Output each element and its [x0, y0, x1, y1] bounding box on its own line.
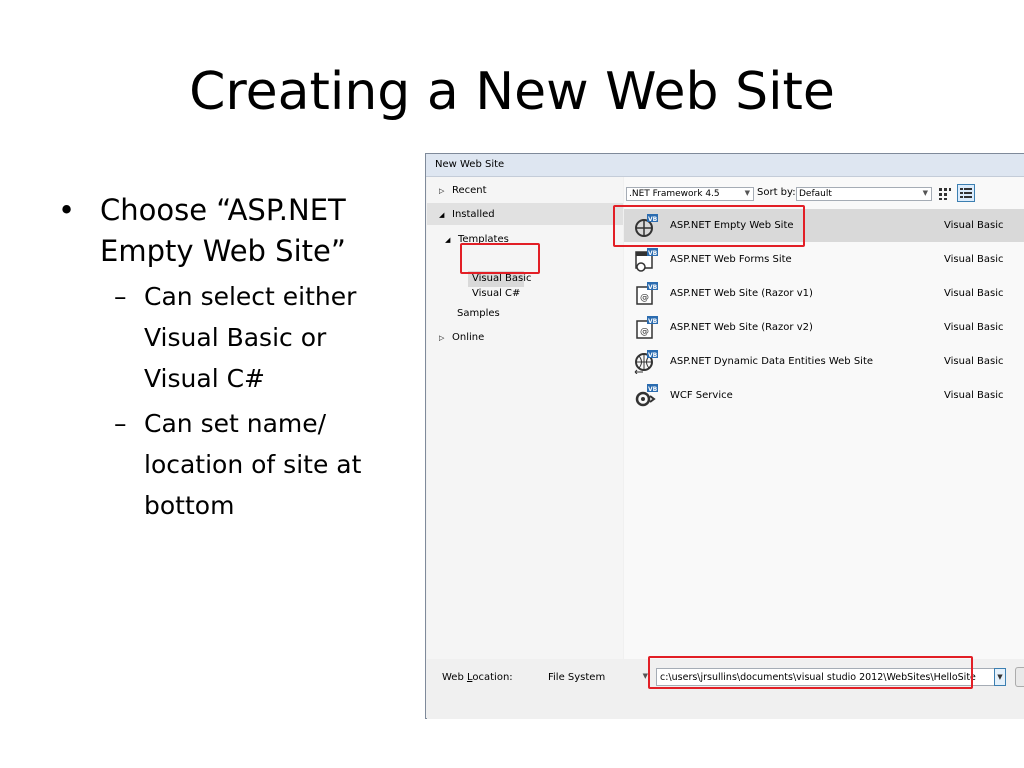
slide-title: Creating a New Web Site — [189, 62, 835, 122]
template-language: Visual Basic — [944, 220, 1004, 231]
web-location-label: Web Location: — [442, 672, 513, 683]
svg-text:VB: VB — [648, 284, 658, 291]
tree-item-visual-basic[interactable]: Visual Basic — [472, 273, 532, 284]
template-name: ASP.NET Web Forms Site — [670, 254, 792, 265]
template-name: ASP.NET Web Site (Razor v2) — [670, 322, 813, 333]
template-name: ASP.NET Dynamic Data Entities Web Site — [670, 356, 874, 367]
template-list: .NET Framework 4.5 ▼ Sort by: Default ▼ — [624, 177, 1024, 659]
dropdown-arrow-icon: ▼ — [922, 189, 928, 197]
svg-text:VB: VB — [648, 386, 658, 393]
sort-by-label: Sort by: — [757, 187, 796, 198]
svg-text:@: @ — [640, 327, 649, 337]
collapsed-arrow-icon: ▷ — [439, 334, 445, 342]
template-tree: ▷ Recent ◢ Installed ◢ Templates Visual Bas… — [427, 177, 623, 659]
web-location-input[interactable]: c:\users\jrsullins\documents\visual stud… — [656, 668, 996, 686]
template-row-wcf-service[interactable]: VB WCF Service Visual Basic — [624, 379, 1024, 412]
tree-item-visual-csharp[interactable]: Visual C# — [472, 288, 520, 299]
dialog-title: New Web Site — [435, 159, 505, 170]
svg-text:VB: VB — [648, 250, 658, 257]
template-language: Visual Basic — [944, 322, 1004, 333]
template-language: Visual Basic — [944, 288, 1004, 299]
list-toolbar: .NET Framework 4.5 ▼ Sort by: Default ▼ — [624, 177, 1024, 207]
tree-item-templates[interactable]: ◢ Templates — [445, 234, 509, 245]
dialog-title-bar: New Web Site — [426, 154, 1024, 177]
new-web-site-dialog: New Web Site ▷ Recent ◢ Installed ◢ Templat… — [425, 153, 1024, 719]
template-language: Visual Basic — [944, 356, 1004, 367]
template-row-empty-web-site[interactable]: VB ASP.NET Empty Web Site Visual Basic — [624, 209, 1024, 242]
dynamic-data-icon: VB — [634, 350, 658, 375]
tree-item-installed[interactable]: ◢ Installed — [439, 209, 495, 220]
dropdown-arrow-icon: ▼ — [997, 673, 1003, 681]
tree-item-online[interactable]: ▷ Online — [439, 332, 484, 343]
svg-text:VB: VB — [648, 318, 658, 325]
template-row-razor-v2[interactable]: @ VB ASP.NET Web Site (Razor v2) Visual B… — [624, 311, 1024, 344]
tree-item-recent[interactable]: ▷ Recent — [439, 185, 487, 196]
tree-item-samples[interactable]: Samples — [457, 308, 500, 319]
sub-bullet-dash: – — [114, 409, 127, 438]
collapsed-arrow-icon: ▷ — [439, 187, 445, 195]
path-dropdown-button[interactable]: ▼ — [994, 668, 1006, 686]
sub-bullet-text: Can set name/ location of site at bottom — [144, 409, 362, 520]
browse-button[interactable] — [1015, 667, 1024, 687]
details-view-icon[interactable] — [957, 184, 975, 202]
template-row-web-forms[interactable]: VB ASP.NET Web Forms Site Visual Basic — [624, 243, 1024, 276]
template-name: ASP.NET Web Site (Razor v1) — [670, 288, 813, 299]
dropdown-arrow-icon: ▼ — [744, 189, 750, 197]
svg-text:@: @ — [640, 293, 649, 303]
svg-text:VB: VB — [648, 216, 658, 223]
sub-bullet-text: Can select either Visual Basic or Visual… — [144, 282, 357, 393]
bullet-item: • Choose “ASP.NET Empty Web Site” — [58, 190, 398, 272]
sub-bullet-item: – Can set name/ location of site at bott… — [58, 403, 398, 526]
template-row-razor-v1[interactable]: @ VB ASP.NET Web Site (Razor v1) Visual B… — [624, 277, 1024, 310]
expanded-arrow-icon: ◢ — [439, 211, 445, 219]
wcf-service-icon: VB — [634, 384, 658, 408]
expanded-arrow-icon: ◢ — [445, 236, 451, 244]
medium-icons-view-icon[interactable] — [936, 184, 954, 202]
template-name: WCF Service — [670, 390, 733, 401]
sort-by-select[interactable]: Default ▼ — [796, 187, 932, 201]
template-language: Visual Basic — [944, 390, 1004, 401]
web-forms-icon: VB — [634, 248, 658, 272]
framework-select[interactable]: .NET Framework 4.5 ▼ — [626, 187, 754, 201]
template-language: Visual Basic — [944, 254, 1004, 265]
svg-text:VB: VB — [648, 352, 658, 359]
razor-icon: @ VB — [634, 282, 658, 306]
bullet-dot: • — [58, 193, 76, 227]
razor-icon: @ VB — [634, 316, 658, 340]
template-row-dynamic-data[interactable]: VB ASP.NET Dynamic Data Entities Web Sit… — [624, 345, 1024, 378]
location-type-select[interactable]: File System ▼ — [546, 670, 650, 686]
sub-bullet-item: – Can select either Visual Basic or Visu… — [58, 276, 398, 399]
sub-bullet-dash: – — [114, 282, 127, 311]
template-name: ASP.NET Empty Web Site — [670, 220, 794, 231]
bullet-text: Choose “ASP.NET Empty Web Site” — [100, 193, 346, 268]
bullet-list: • Choose “ASP.NET Empty Web Site” – Can … — [58, 190, 398, 526]
dialog-bottom-panel: Web Location: File System ▼ c:\users\jrs… — [427, 659, 1024, 719]
dropdown-arrow-icon: ▼ — [642, 672, 648, 680]
empty-web-site-icon: VB — [634, 214, 658, 238]
